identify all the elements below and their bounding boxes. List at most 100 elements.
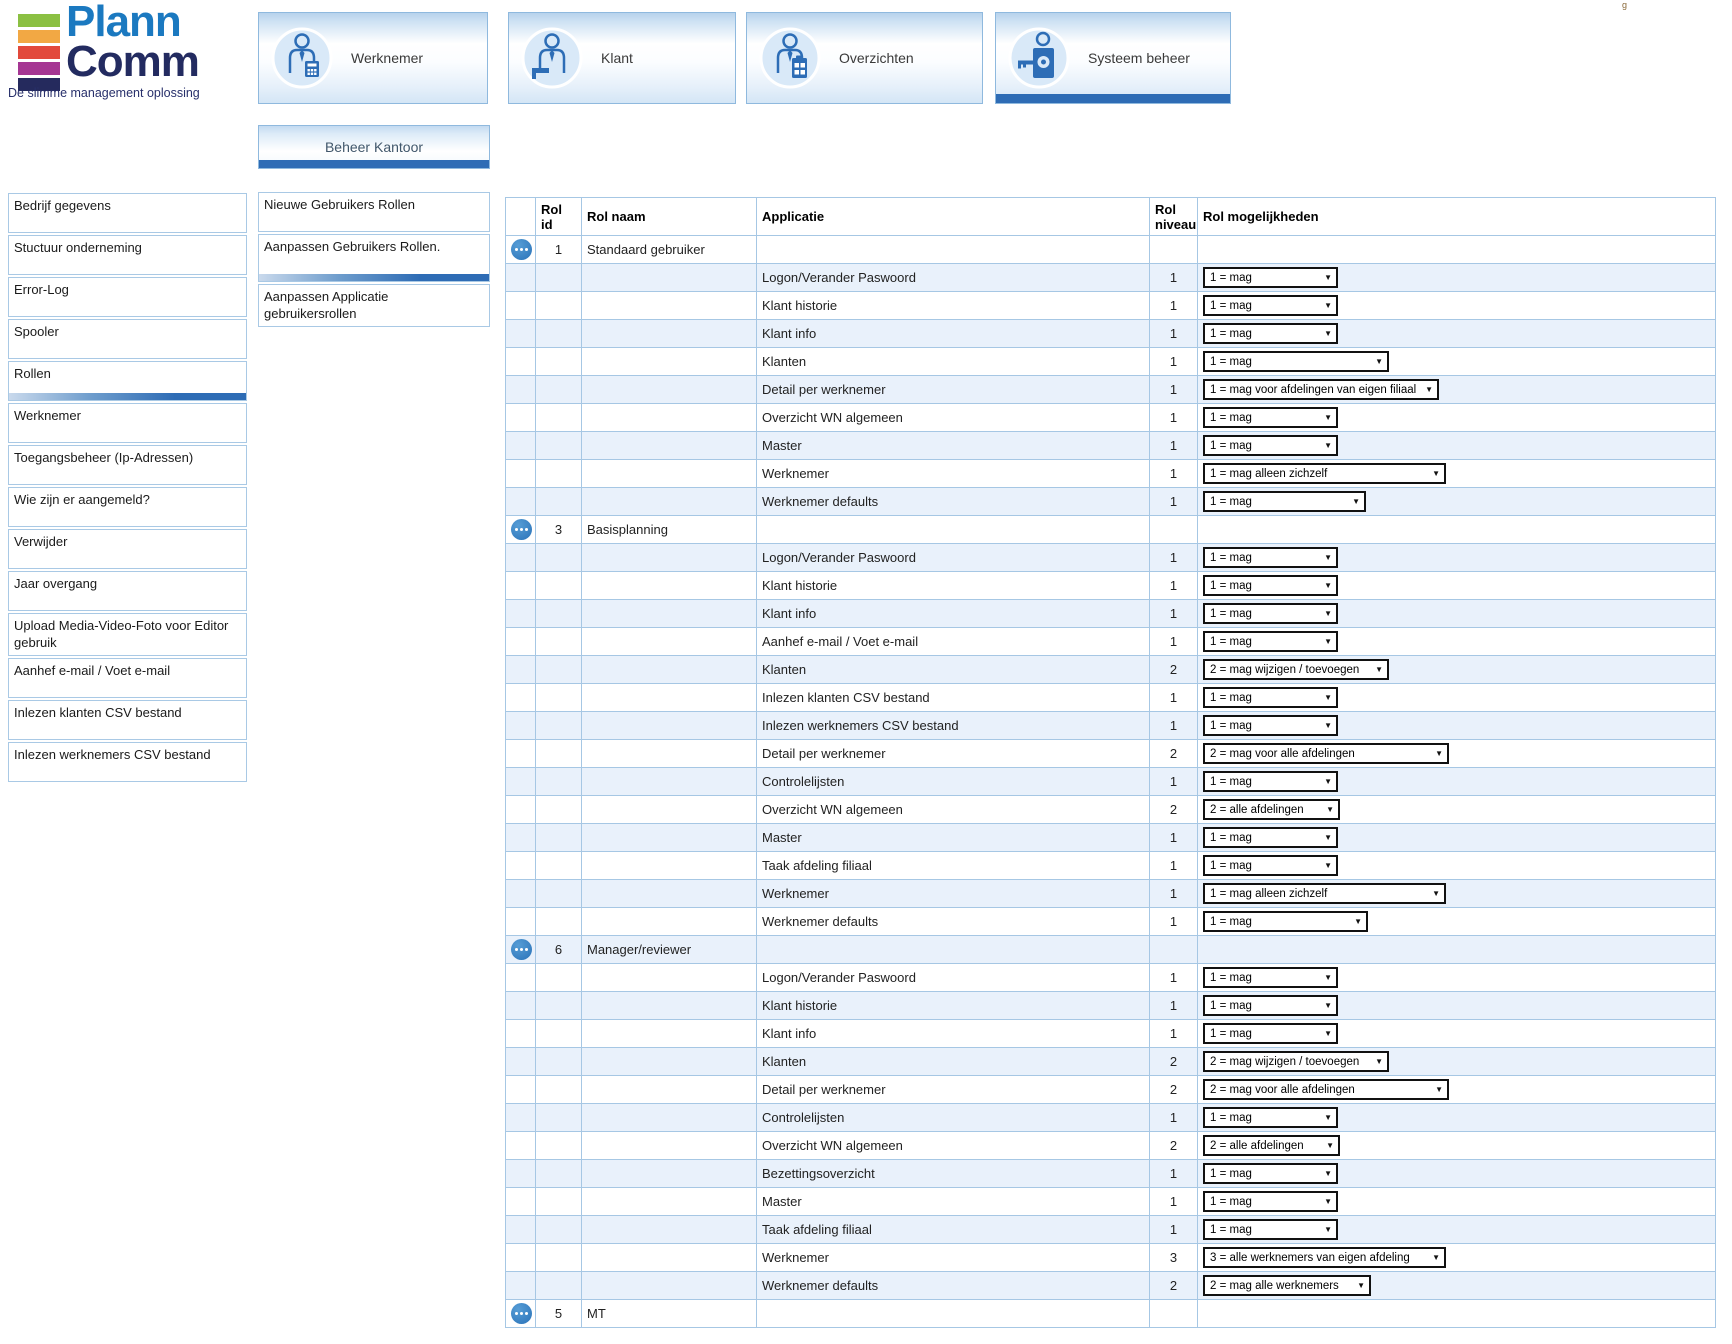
rol-mogelijkheden-select[interactable]: 1 = mag▼ [1203,827,1338,848]
rol-mogelijkheden-select[interactable]: 1 = mag▼ [1203,995,1338,1016]
rol-mogelijkheden-select[interactable]: 1 = mag▼ [1203,323,1338,344]
rol-naam-cell: Standaard gebruiker [582,236,757,264]
rol-mogelijkheden-select[interactable]: 1 = mag▼ [1203,1219,1338,1240]
select-value: 1 = mag [1210,636,1252,648]
rol-mogelijkheden-select[interactable]: 1 = mag▼ [1203,1023,1338,1044]
row-options-icon[interactable] [511,1303,532,1324]
rol-mogelijkheden-select[interactable]: 1 = mag▼ [1203,771,1338,792]
rol-mogelijkheden-select[interactable]: 2 = mag voor alle afdelingen▼ [1203,743,1449,764]
logo-tagline: De slimme management oplossing [8,86,238,100]
sidebar-item-aanhef-e-mail-voet-e-mail[interactable]: Aanhef e-mail / Voet e-mail [8,658,247,698]
rol-mogelijkheden-select[interactable]: 1 = mag▼ [1203,267,1338,288]
select-value: 1 = mag [1210,692,1252,704]
table-row: Master11 = mag▼ [506,1188,1716,1216]
applicatie-cell: Bezettingsoverzicht [757,1160,1150,1188]
rol-mogelijkheden-select[interactable]: 1 = mag▼ [1203,295,1338,316]
sidebar-item-verwijder[interactable]: Verwijder [8,529,247,569]
sidebar-item-inlezen-werknemers-csv-bestand[interactable]: Inlezen werknemers CSV bestand [8,742,247,782]
row-options-icon[interactable] [511,239,532,260]
rol-mogelijkheden-select[interactable]: 1 = mag▼ [1203,911,1368,932]
table-row: Logon/Verander Paswoord11 = mag▼ [506,964,1716,992]
dropdown-arrow-icon: ▼ [1324,273,1332,282]
menu-item-aanpassen-applicatie-gebruikersrollen[interactable]: Aanpassen Applicatie gebruikersrollen [258,284,490,327]
sidebar-item-toegangsbeheer-ip-adressen[interactable]: Toegangsbeheer (Ip-Adressen) [8,445,247,485]
rol-mogelijkheden-select[interactable]: 1 = mag▼ [1203,631,1338,652]
applicatie-cell: Klant info [757,320,1150,348]
rol-niveau-cell: 1 [1150,600,1198,628]
table-row: Detail per werknemer11 = mag voor afdeli… [506,376,1716,404]
roles-table: Rol id Rol naam Applicatie Rol niveau Ro… [505,197,1716,1328]
reports-icon [759,27,821,89]
nav-item-overzichten[interactable]: Overzichten [746,12,983,104]
rol-mogelijkheden-select[interactable]: 1 = mag▼ [1203,407,1338,428]
select-value: 1 = mag [1210,972,1252,984]
select-value: 1 = mag [1210,1028,1252,1040]
rol-mogelijkheden-select[interactable]: 2 = mag wijzigen / toevoegen▼ [1203,1051,1389,1072]
row-options-icon[interactable] [511,939,532,960]
nav-item-systeem-beheer[interactable]: Systeem beheer [995,12,1231,104]
rol-mogelijkheden-select[interactable]: 1 = mag▼ [1203,351,1389,372]
rol-mogelijkheden-select[interactable]: 1 = mag▼ [1203,1163,1338,1184]
rol-mogelijkheden-select[interactable]: 2 = alle afdelingen▼ [1203,1135,1340,1156]
sidebar-item-rollen[interactable]: Rollen [8,361,247,401]
rol-mogelijkheden-select[interactable]: 1 = mag▼ [1203,687,1338,708]
applicatie-cell: Master [757,1188,1150,1216]
applicatie-cell: Klanten [757,656,1150,684]
select-value: 1 = mag voor afdelingen van eigen filiaa… [1210,384,1416,396]
nav-item-label: Werknemer [351,50,423,66]
rol-mogelijkheden-select[interactable]: 2 = mag alle werknemers▼ [1203,1275,1371,1296]
rol-mogelijkheden-select[interactable]: 1 = mag▼ [1203,575,1338,596]
rol-mogelijkheden-select[interactable]: 1 = mag▼ [1203,715,1338,736]
dropdown-arrow-icon: ▼ [1324,1197,1332,1206]
rol-mogelijkheden-select[interactable]: 1 = mag▼ [1203,603,1338,624]
rol-mogelijkheden-select[interactable]: 1 = mag▼ [1203,1191,1338,1212]
sidebar-item-werknemer[interactable]: Werknemer [8,403,247,443]
select-value: 1 = mag [1210,776,1252,788]
menu-item-aanpassen-gebruikers-rollen[interactable]: Aanpassen Gebruikers Rollen. [258,234,490,282]
rol-niveau-cell: 2 [1150,656,1198,684]
table-row: Klant historie11 = mag▼ [506,292,1716,320]
select-value: 1 = mag [1210,860,1252,872]
sidebar-item-jaar-overgang[interactable]: Jaar overgang [8,571,247,611]
dropdown-arrow-icon: ▼ [1352,497,1360,506]
sidebar-item-upload-media-video-foto-voor-editor-gebruik[interactable]: Upload Media-Video-Foto voor Editor gebr… [8,613,247,656]
rol-mogelijkheden-select[interactable]: 2 = mag wijzigen / toevoegen▼ [1203,659,1389,680]
sidebar-item-inlezen-klanten-csv-bestand[interactable]: Inlezen klanten CSV bestand [8,700,247,740]
table-row: Klant info11 = mag▼ [506,600,1716,628]
rol-niveau-cell: 1 [1150,376,1198,404]
sidebar-item-wie-zijn-er-aangemeld[interactable]: Wie zijn er aangemeld? [8,487,247,527]
tab-beheer-kantoor[interactable]: Beheer Kantoor [258,125,490,169]
nav-item-klant[interactable]: Klant [508,12,736,104]
sidebar-item-stuctuur-onderneming[interactable]: Stuctuur onderneming [8,235,247,275]
table-row: Overzicht WN algemeen11 = mag▼ [506,404,1716,432]
rol-mogelijkheden-select[interactable]: 1 = mag▼ [1203,435,1338,456]
sidebar-item-bedrijf-gegevens[interactable]: Bedrijf gegevens [8,193,247,233]
rol-niveau-cell: 1 [1150,488,1198,516]
sidebar-item-error-log[interactable]: Error-Log [8,277,247,317]
menu-item-nieuwe-gebruikers-rollen[interactable]: Nieuwe Gebruikers Rollen [258,192,490,232]
rol-mogelijkheden-select[interactable]: 2 = mag voor alle afdelingen▼ [1203,1079,1449,1100]
logo-line1: Plann [66,2,199,42]
rol-mogelijkheden-select[interactable]: 1 = mag▼ [1203,547,1338,568]
applicatie-cell: Master [757,432,1150,460]
nav-item-werknemer[interactable]: Werknemer [258,12,488,104]
row-options-icon[interactable] [511,519,532,540]
rol-mogelijkheden-select[interactable]: 1 = mag▼ [1203,1107,1338,1128]
rol-mogelijkheden-select[interactable]: 2 = alle afdelingen▼ [1203,799,1340,820]
select-value: 1 = mag [1210,300,1252,312]
rol-niveau-cell: 1 [1150,292,1198,320]
rol-mogelijkheden-select[interactable]: 3 = alle werknemers van eigen afdeling▼ [1203,1247,1446,1268]
rol-mogelijkheden-select[interactable]: 1 = mag voor afdelingen van eigen filiaa… [1203,379,1439,400]
dropdown-arrow-icon: ▼ [1324,1225,1332,1234]
table-row: Controlelijsten11 = mag▼ [506,1104,1716,1132]
rol-mogelijkheden-select[interactable]: 1 = mag▼ [1203,491,1366,512]
system-admin-icon [1008,27,1070,89]
rol-mogelijkheden-select[interactable]: 1 = mag▼ [1203,855,1338,876]
sidebar-item-spooler[interactable]: Spooler [8,319,247,359]
rol-mogelijkheden-select[interactable]: 1 = mag alleen zichzelf▼ [1203,883,1446,904]
rol-niveau-cell: 1 [1150,1104,1198,1132]
rol-mogelijkheden-select[interactable]: 1 = mag▼ [1203,967,1338,988]
rol-niveau-cell: 1 [1150,992,1198,1020]
dropdown-arrow-icon: ▼ [1324,1113,1332,1122]
rol-mogelijkheden-select[interactable]: 1 = mag alleen zichzelf▼ [1203,463,1446,484]
